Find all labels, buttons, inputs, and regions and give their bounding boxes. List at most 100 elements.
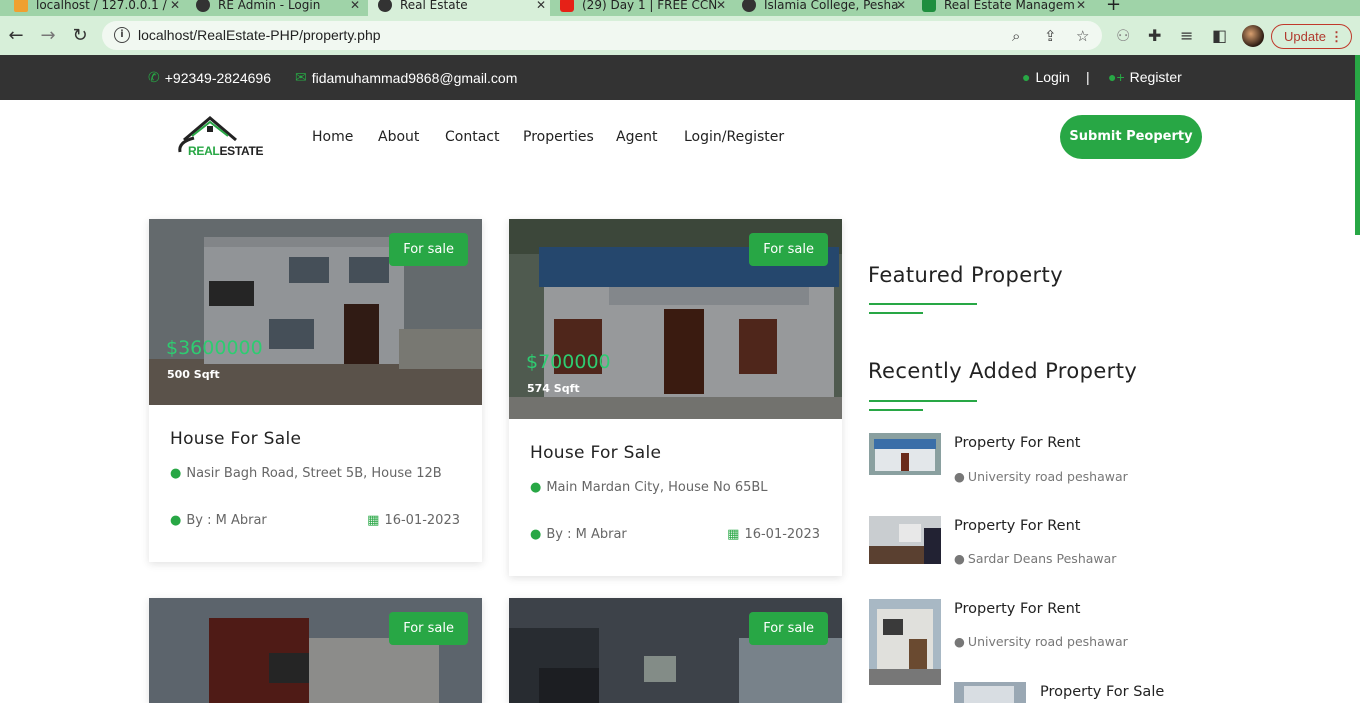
- nav-agent[interactable]: Agent: [616, 129, 657, 145]
- house-photo: [869, 433, 941, 475]
- submit-property-button[interactable]: Submit Peoperty: [1060, 115, 1202, 159]
- calendar-icon: ▦: [367, 513, 380, 528]
- globe-icon: [378, 0, 392, 12]
- location-text: University road peshawar: [967, 634, 1128, 649]
- property-area: 500 Sqft: [167, 368, 220, 381]
- property-card[interactable]: For sale $700000 574 Sqft House For Sale…: [509, 219, 842, 576]
- close-icon[interactable]: ✕: [350, 0, 360, 12]
- new-tab-icon[interactable]: +: [1106, 0, 1121, 15]
- map-marker-icon: ●: [954, 551, 965, 566]
- side-panel-icon[interactable]: ◧: [1212, 26, 1227, 45]
- close-icon[interactable]: ✕: [536, 0, 546, 12]
- property-address: ● Nasir Bagh Road, Street 5B, House 12B: [170, 466, 442, 481]
- site-topbar: ✆ +92349-2824696 ✉ fidamuhammad9868@gmai…: [0, 55, 1360, 100]
- browser-tab-active[interactable]: Real Estate ✕: [368, 0, 550, 16]
- phone-number: +92349-2824696: [164, 69, 272, 86]
- for-sale-badge: For sale: [749, 233, 828, 266]
- browser-tab[interactable]: Real Estate Managem ✕: [922, 0, 1090, 16]
- property-address: ● Main Mardan City, House No 65BL: [530, 480, 768, 495]
- reload-icon[interactable]: ↻: [70, 26, 90, 46]
- kebab-menu-icon[interactable]: ⋮: [1330, 25, 1343, 48]
- property-thumbnail[interactable]: [869, 516, 941, 564]
- nav-login-register[interactable]: Login/Register: [684, 129, 784, 145]
- nav-home[interactable]: Home: [312, 129, 353, 145]
- address-bar[interactable]: i localhost/RealEstate-PHP/property.php …: [102, 21, 1102, 50]
- location-text: Sardar Deans Peshawar: [967, 551, 1117, 566]
- close-icon[interactable]: ✕: [896, 0, 906, 12]
- property-title[interactable]: House For Sale: [170, 429, 301, 449]
- login-link[interactable]: ● Login: [1022, 69, 1070, 85]
- nav-contact[interactable]: Contact: [445, 129, 499, 145]
- user-icon: ●: [1022, 69, 1031, 85]
- recent-property-title[interactable]: Property For Rent: [954, 518, 1080, 534]
- property-date: ▦ 16-01-2023: [727, 527, 820, 542]
- email-address: fidamuhammad9868@gmail.com: [311, 69, 518, 86]
- close-icon[interactable]: ✕: [1076, 0, 1086, 12]
- phone-contact: ✆ +92349-2824696: [148, 69, 271, 86]
- property-area: 574 Sqft: [527, 382, 580, 395]
- property-image[interactable]: For sale: [149, 598, 482, 703]
- recent-property-heading: Recently Added Property: [868, 359, 1138, 383]
- browser-tab[interactable]: (29) Day 1 | FREE CCN ✕: [560, 0, 730, 16]
- featured-property-heading: Featured Property: [868, 263, 1064, 287]
- media-icon[interactable]: ≡: [1180, 26, 1193, 45]
- register-label: Register: [1129, 69, 1182, 85]
- property-agent: ● By : M Abrar: [530, 527, 627, 542]
- share-icon[interactable]: ⇪: [1044, 27, 1057, 45]
- email-contact: ✉ fidamuhammad9868@gmail.com: [295, 69, 517, 86]
- tab-title: Real Estate: [400, 0, 468, 12]
- map-marker-icon: ●: [170, 466, 182, 481]
- browser-tab[interactable]: Islamia College, Pesha ✕: [742, 0, 910, 16]
- profile-avatar[interactable]: [1242, 25, 1264, 47]
- nav-about[interactable]: About: [378, 129, 419, 145]
- for-sale-badge: For sale: [749, 612, 828, 645]
- url-text[interactable]: localhost/RealEstate-PHP/property.php: [138, 27, 381, 43]
- recent-property-title[interactable]: Property For Rent: [954, 435, 1080, 451]
- property-card[interactable]: For sale: [509, 598, 842, 703]
- for-sale-badge: For sale: [389, 612, 468, 645]
- close-icon[interactable]: ✕: [170, 0, 180, 12]
- browser-tab[interactable]: RE Admin - Login ✕: [196, 0, 364, 16]
- recent-property-title[interactable]: Property For Sale: [1040, 684, 1164, 700]
- logo-part-1: REAL: [188, 144, 220, 158]
- page-scrollbar[interactable]: [1355, 55, 1360, 235]
- map-marker-icon: ●: [530, 480, 542, 495]
- user-icon: ●: [170, 513, 182, 528]
- close-icon[interactable]: ✕: [716, 0, 726, 12]
- update-button[interactable]: Update ⋮: [1271, 24, 1352, 49]
- property-thumbnail[interactable]: [869, 433, 941, 475]
- tab-title: localhost / 127.0.0.1 /: [36, 0, 167, 12]
- bookmark-star-icon[interactable]: ☆: [1076, 27, 1089, 45]
- browser-tab[interactable]: localhost / 127.0.0.1 / ✕: [14, 0, 184, 16]
- recent-property-title[interactable]: Property For Rent: [954, 601, 1080, 617]
- site-logo[interactable]: REALESTATE: [174, 112, 264, 164]
- puzzle-icon[interactable]: ✚: [1148, 26, 1161, 45]
- property-image[interactable]: For sale $3600000 500 Sqft: [149, 219, 482, 405]
- property-card[interactable]: For sale: [149, 598, 482, 703]
- heading-underline: [869, 400, 977, 402]
- tab-title: Islamia College, Pesha: [764, 0, 899, 12]
- agent-text: By : M Abrar: [186, 513, 267, 528]
- register-link[interactable]: ●+ Register: [1108, 69, 1182, 85]
- logo-part-2: ESTATE: [219, 144, 264, 158]
- property-image[interactable]: For sale: [509, 598, 842, 703]
- youtube-icon: [560, 0, 574, 12]
- property-thumbnail[interactable]: [954, 682, 1026, 703]
- property-image[interactable]: For sale $700000 574 Sqft: [509, 219, 842, 419]
- back-icon[interactable]: ←: [6, 26, 26, 46]
- agent-text: By : M Abrar: [546, 527, 627, 542]
- calendar-icon: ▦: [727, 527, 740, 542]
- info-icon[interactable]: i: [114, 27, 130, 43]
- property-title[interactable]: House For Sale: [530, 443, 661, 463]
- nav-properties[interactable]: Properties: [523, 129, 594, 145]
- property-price: $700000: [526, 351, 611, 373]
- property-date: ▦ 16-01-2023: [367, 513, 460, 528]
- zoom-icon[interactable]: ⌕: [1012, 27, 1020, 45]
- envelope-icon: ✉: [295, 69, 307, 85]
- phone-icon: ✆: [148, 69, 160, 85]
- property-thumbnail[interactable]: [869, 599, 941, 685]
- property-card[interactable]: For sale $3600000 500 Sqft House For Sal…: [149, 219, 482, 562]
- forward-icon[interactable]: →: [38, 26, 58, 46]
- extension-icon[interactable]: ⚇: [1116, 26, 1130, 45]
- heading-underline: [869, 312, 923, 314]
